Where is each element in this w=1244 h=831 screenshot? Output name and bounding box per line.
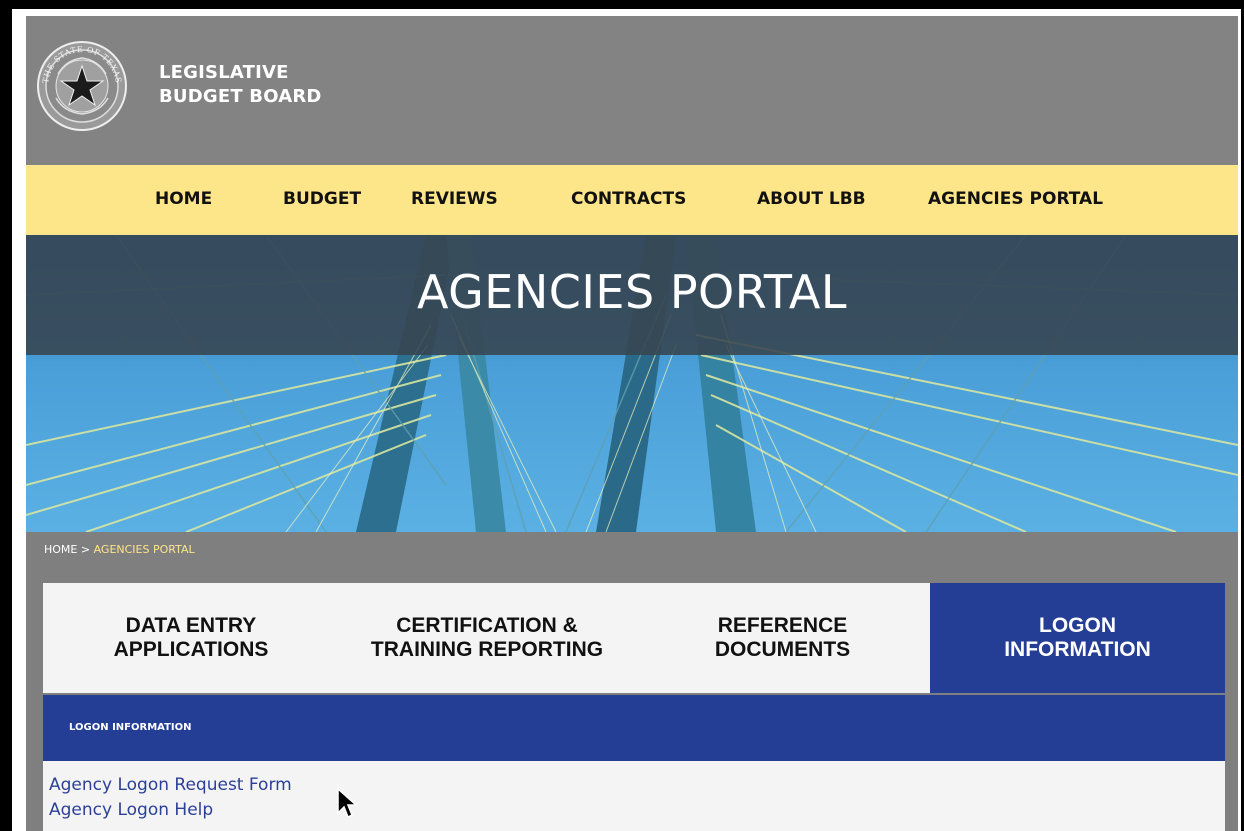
tab-label-line1: CERTIFICATION &: [396, 614, 578, 637]
state-seal-icon[interactable]: THE STATE OF TEXAS: [36, 40, 128, 132]
nav-item-contracts[interactable]: CONTRACTS: [571, 189, 686, 209]
section-header: LOGON INFORMATION: [43, 695, 1225, 761]
breadcrumb-separator: >: [77, 543, 94, 556]
section-title: LOGON INFORMATION: [69, 722, 192, 733]
breadcrumb-home-link[interactable]: HOME: [44, 543, 77, 556]
hero-banner: AGENCIES PORTAL: [26, 235, 1238, 532]
tab-logon-information[interactable]: LOGON INFORMATION: [930, 583, 1225, 693]
brand-line-2: BUDGET BOARD: [159, 86, 322, 107]
hero-title: AGENCIES PORTAL: [416, 265, 848, 319]
nav-item-home[interactable]: HOME: [155, 189, 212, 209]
breadcrumb: HOME > AGENCIES PORTAL: [44, 543, 195, 556]
tab-label-line1: REFERENCE: [717, 614, 848, 637]
agency-logon-help-link[interactable]: Agency Logon Help: [49, 800, 213, 820]
mouse-cursor-icon: [337, 787, 358, 819]
tab-data-entry-applications[interactable]: DATA ENTRY APPLICATIONS: [43, 583, 339, 693]
window-frame-top: [0, 0, 1244, 9]
nav-item-agencies-portal[interactable]: AGENCIES PORTAL: [928, 189, 1103, 209]
tab-label-line1: DATA ENTRY: [125, 614, 257, 637]
tab-label-line2: INFORMATION: [1004, 638, 1151, 661]
tab-certification-training-reporting[interactable]: CERTIFICATION & TRAINING REPORTING: [339, 583, 635, 693]
logon-links: Agency Logon Request Form Agency Logon H…: [43, 761, 1225, 831]
nav-item-about-lbb[interactable]: ABOUT LBB: [757, 189, 866, 209]
tab-label-line2: DOCUMENTS: [714, 638, 851, 661]
window-frame-left: [0, 0, 12, 831]
nav-item-reviews[interactable]: REVIEWS: [411, 189, 498, 209]
tab-label-line2: APPLICATIONS: [113, 638, 269, 661]
tab-label-line1: LOGON: [1039, 614, 1116, 637]
brand-line-1: LEGISLATIVE: [159, 62, 289, 83]
page: THE STATE OF TEXAS LEGISLATIVE BUDGET BO…: [26, 16, 1238, 831]
portal-tabs: DATA ENTRY APPLICATIONS CERTIFICATION & …: [43, 583, 1225, 693]
main-nav: HOME BUDGET REVIEWS CONTRACTS ABOUT LBB …: [26, 165, 1238, 235]
site-logo-text[interactable]: LEGISLATIVE BUDGET BOARD: [159, 61, 322, 109]
breadcrumb-current: AGENCIES PORTAL: [93, 543, 195, 556]
tab-reference-documents[interactable]: REFERENCE DOCUMENTS: [635, 583, 930, 693]
tab-label-line2: TRAINING REPORTING: [370, 638, 604, 661]
site-header: THE STATE OF TEXAS LEGISLATIVE BUDGET BO…: [26, 16, 1238, 165]
agency-logon-request-form-link[interactable]: Agency Logon Request Form: [49, 775, 292, 795]
nav-item-budget[interactable]: BUDGET: [283, 189, 361, 209]
